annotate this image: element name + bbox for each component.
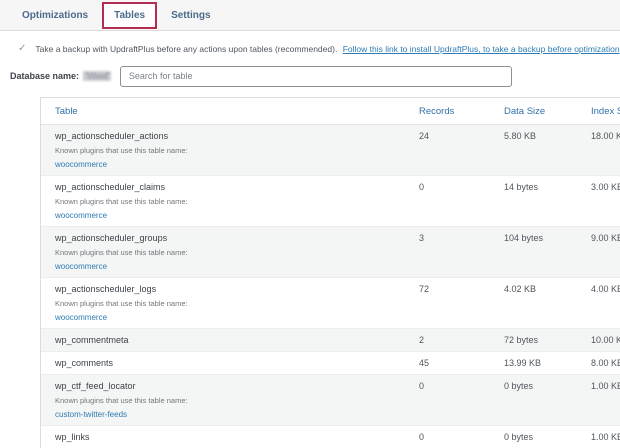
column-header-table[interactable]: Table bbox=[41, 98, 409, 124]
table-name-cell: wp_actionscheduler_claims Known plugins t… bbox=[41, 176, 409, 226]
tables-list: Table Records Data Size Index Size wp_ac… bbox=[40, 97, 620, 448]
index-size-cell: 18.00 KB bbox=[591, 131, 620, 141]
records-cell: 24 bbox=[419, 131, 430, 141]
column-header-data-size[interactable]: Data Size bbox=[494, 98, 581, 124]
plugin-line: custom-twitter-feeds bbox=[55, 410, 399, 419]
index-size-cell: 10.00 KB bbox=[591, 335, 620, 345]
records-cell: 3 bbox=[419, 233, 425, 243]
table-row: wp_comments 45 13.99 KB 8.00 KB bbox=[41, 352, 620, 375]
plugin-line: woocommerce bbox=[55, 160, 399, 169]
table-name: wp_actionscheduler_actions bbox=[55, 131, 169, 141]
plugin-link[interactable]: woocommerce bbox=[55, 211, 107, 220]
plugin-line: woocommerce bbox=[55, 262, 399, 271]
table-name: wp_actionscheduler_groups bbox=[55, 233, 168, 243]
database-search-row: Database name: "WxxxI" bbox=[10, 65, 620, 87]
plugin-link[interactable]: woocommerce bbox=[55, 160, 107, 169]
table-row: wp_ctf_feed_locator Known plugins that us… bbox=[41, 375, 620, 426]
index-size-cell: 9.00 KB bbox=[591, 233, 620, 243]
table-name-cell: wp_actionscheduler_logs Known plugins tha… bbox=[41, 278, 409, 328]
search-table-input[interactable] bbox=[119, 65, 512, 87]
table-name: wp_actionscheduler_logs bbox=[55, 284, 157, 294]
table-name-cell: wp_commentmeta bbox=[41, 329, 409, 351]
checkmark-icon[interactable]: ✓ bbox=[18, 43, 26, 56]
records-cell: 0 bbox=[419, 381, 425, 391]
table-name-cell: wp_actionscheduler_actions Known plugins … bbox=[41, 125, 409, 175]
records-cell: 0 bbox=[419, 182, 425, 192]
plugin-line: woocommerce bbox=[55, 313, 399, 322]
backup-notice: ✓ Take a backup with UpdraftPlus before … bbox=[18, 43, 620, 57]
plugin-link[interactable]: woocommerce bbox=[55, 313, 107, 322]
table-name-cell: wp_actionscheduler_groups Known plugins t… bbox=[41, 227, 409, 277]
records-cell: 45 bbox=[419, 358, 430, 368]
table-name-cell: wp_links bbox=[41, 426, 409, 448]
known-plugins-label: Known plugins that use this table name: bbox=[55, 146, 188, 155]
index-size-cell: 4.00 KB bbox=[591, 284, 620, 294]
table-name: wp_comments bbox=[55, 358, 114, 368]
index-size-cell: 3.00 KB bbox=[591, 182, 620, 192]
data-size-cell: 4.02 KB bbox=[504, 284, 537, 294]
index-size-cell: 1.00 KB bbox=[591, 432, 620, 442]
table-name-cell: wp_ctf_feed_locator Known plugins that us… bbox=[41, 375, 409, 425]
database-name-label: Database name: bbox=[10, 71, 80, 81]
records-cell: 2 bbox=[419, 335, 425, 345]
index-size-cell: 8.00 KB bbox=[591, 358, 620, 368]
data-size-cell: 0 bytes bbox=[504, 381, 534, 391]
backup-notice-text: Take a backup with UpdraftPlus before an… bbox=[35, 44, 619, 55]
plugin-line: woocommerce bbox=[55, 211, 399, 220]
table-name: wp_actionscheduler_claims bbox=[55, 182, 166, 192]
table-body: wp_actionscheduler_actions Known plugins … bbox=[41, 125, 620, 448]
data-size-cell: 5.80 KB bbox=[504, 131, 537, 141]
data-size-cell: 0 bytes bbox=[504, 432, 534, 442]
column-header-records[interactable]: Records bbox=[409, 98, 494, 124]
tab-tables[interactable]: Tables bbox=[102, 1, 158, 29]
plugin-link[interactable]: custom-twitter-feeds bbox=[55, 410, 127, 419]
data-size-cell: 14 bytes bbox=[504, 182, 539, 192]
updraftplus-install-link[interactable]: Follow this link to install UpdraftPlus,… bbox=[343, 44, 620, 54]
table-row: wp_actionscheduler_logs Known plugins tha… bbox=[41, 278, 620, 329]
table-row: wp_actionscheduler_claims Known plugins t… bbox=[41, 176, 620, 227]
wp-optimize-tables-page: { "tabs": [ { "label": "Optimizations", … bbox=[0, 0, 620, 448]
tab-bar: Optimizations Tables Settings bbox=[0, 0, 620, 31]
records-cell: 72 bbox=[419, 284, 430, 294]
known-plugins-label: Known plugins that use this table name: bbox=[55, 197, 188, 206]
data-size-cell: 72 bytes bbox=[504, 335, 539, 345]
table-name: wp_ctf_feed_locator bbox=[55, 381, 136, 391]
table-row: wp_commentmeta 2 72 bytes 10.00 KB bbox=[41, 329, 620, 352]
known-plugins-label: Known plugins that use this table name: bbox=[55, 396, 188, 405]
table-name-cell: wp_comments bbox=[41, 352, 409, 374]
data-size-cell: 104 bytes bbox=[504, 233, 544, 243]
plugin-link[interactable]: woocommerce bbox=[55, 262, 107, 271]
table-row: wp_actionscheduler_actions Known plugins … bbox=[41, 125, 620, 176]
known-plugins-label: Known plugins that use this table name: bbox=[55, 299, 188, 308]
database-name-redacted: "WxxxI" bbox=[83, 71, 111, 81]
index-size-cell: 1.00 KB bbox=[591, 381, 620, 391]
tab-optimizations[interactable]: Optimizations bbox=[10, 1, 100, 30]
records-cell: 0 bbox=[419, 432, 425, 442]
table-row: wp_links 0 0 bytes 1.00 KB bbox=[41, 426, 620, 448]
table-name: wp_commentmeta bbox=[55, 335, 129, 345]
table-row: wp_actionscheduler_groups Known plugins t… bbox=[41, 227, 620, 278]
backup-notice-message: Take a backup with UpdraftPlus before an… bbox=[35, 44, 338, 54]
table-name: wp_links bbox=[55, 432, 90, 442]
known-plugins-label: Known plugins that use this table name: bbox=[55, 248, 188, 257]
tab-settings[interactable]: Settings bbox=[159, 1, 222, 30]
data-size-cell: 13.99 KB bbox=[504, 358, 542, 368]
column-header-index-size[interactable]: Index Size bbox=[581, 98, 620, 124]
table-header-row: Table Records Data Size Index Size bbox=[41, 98, 620, 125]
